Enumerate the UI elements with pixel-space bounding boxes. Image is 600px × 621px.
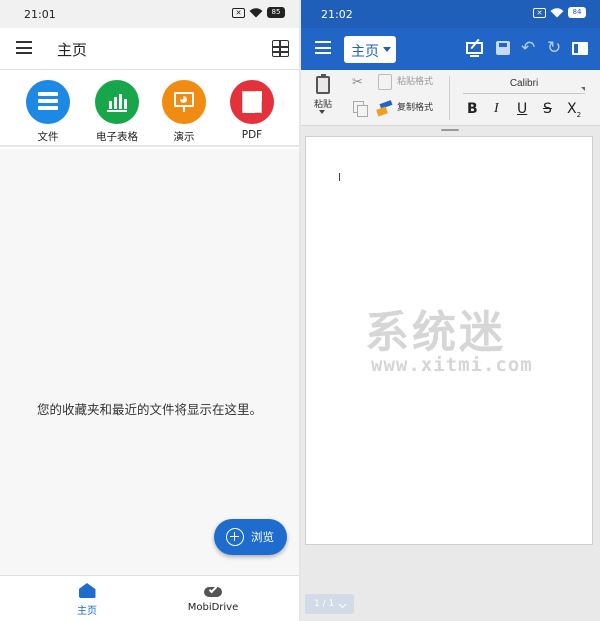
tile-label: 演示 xyxy=(173,131,195,143)
plus-circle-icon xyxy=(226,528,244,546)
tile-label: 文件 xyxy=(37,131,59,143)
menu-icon[interactable] xyxy=(16,41,32,54)
empty-state-message: 您的收藏夹和最近的文件将显示在这里。 xyxy=(36,402,262,417)
tile-documents[interactable]: 文件 xyxy=(18,80,78,144)
mute-icon: ✕ xyxy=(232,7,245,18)
status-bar-left: 21:01 ✕ 85 xyxy=(0,0,299,28)
home-icon xyxy=(78,583,96,598)
bold-button[interactable]: B xyxy=(467,101,478,117)
battery-icon: 84 xyxy=(568,7,586,18)
copy-format-label[interactable]: 复制格式 xyxy=(397,100,433,113)
subscript-letter: X xyxy=(567,101,577,117)
ribbon-tab-dropdown[interactable]: 主页 xyxy=(344,36,396,63)
tile-label: PDF xyxy=(241,129,263,141)
tile-spreadsheets[interactable]: 电子表格 xyxy=(87,80,147,144)
status-bar-right: 21:02 ✕ 84 xyxy=(301,0,600,28)
pdf-icon xyxy=(230,80,274,124)
formatting-ribbon: 粘贴 ✂ 粘贴格式 复制格式 Calibri B I U S X2 xyxy=(301,70,600,126)
right-phone-screen: 21:02 ✕ 84 主页 ↶ ↻ 粘贴 ✂ 粘贴格式 复制格式 Calibri… xyxy=(301,0,600,621)
strikethrough-button[interactable]: S xyxy=(543,101,552,117)
screenshot-root: 21:01 ✕ 85 主页 文件 电子表格 演示 PDF 您的收藏夹和最近的文件… xyxy=(0,0,600,621)
paste-icon[interactable] xyxy=(316,74,330,94)
file-type-tiles: 文件 电子表格 演示 PDF xyxy=(0,72,299,147)
left-phone-screen: 21:01 ✕ 85 主页 文件 电子表格 演示 PDF 您的收藏夹和最近的文件… xyxy=(0,0,299,621)
save-icon[interactable] xyxy=(495,40,513,58)
paste-button-label[interactable]: 粘贴 xyxy=(314,97,332,110)
redo-icon[interactable]: ↻ xyxy=(547,39,565,57)
underline-button[interactable]: U xyxy=(517,101,527,117)
nav-mobidrive[interactable]: MobiDrive xyxy=(138,576,288,621)
bottom-navigation: 主页 MobiDrive xyxy=(0,575,299,621)
italic-button[interactable]: I xyxy=(494,101,499,117)
format-painter-icon[interactable] xyxy=(376,100,393,117)
browse-button[interactable]: 浏览 xyxy=(214,519,287,555)
cut-icon[interactable]: ✂ xyxy=(352,75,363,90)
wifi-icon xyxy=(249,7,263,17)
status-icons: ✕ 84 xyxy=(533,7,586,18)
mute-icon: ✕ xyxy=(533,7,546,18)
paste-format-icon[interactable] xyxy=(378,74,392,90)
tile-label: 电子表格 xyxy=(96,131,138,143)
document-page[interactable] xyxy=(305,136,593,545)
nav-mobidrive-label: MobiDrive xyxy=(187,602,239,613)
status-time: 21:02 xyxy=(321,8,353,21)
undo-icon[interactable]: ↶ xyxy=(521,39,539,57)
app-bar: 主页 xyxy=(0,28,299,70)
page-indicator[interactable]: 1 / 1 xyxy=(305,594,354,614)
tile-presentations[interactable]: 演示 xyxy=(154,80,214,144)
menu-icon[interactable] xyxy=(315,41,331,54)
wifi-icon xyxy=(550,7,564,17)
read-mode-icon[interactable] xyxy=(572,40,590,58)
ribbon-divider xyxy=(449,76,450,120)
copy-icon[interactable] xyxy=(353,101,368,117)
ribbon-tab-label: 主页 xyxy=(351,44,379,60)
paste-dropdown-icon[interactable] xyxy=(319,110,325,114)
tile-pdf[interactable]: PDF xyxy=(222,80,282,141)
chevron-down-icon xyxy=(383,47,391,52)
paste-format-label[interactable]: 粘贴格式 xyxy=(397,74,433,87)
subscript-button[interactable]: X2 xyxy=(567,101,581,119)
edit-mode-icon[interactable] xyxy=(466,38,484,58)
status-icons: ✕ 85 xyxy=(232,7,285,18)
spreadsheet-icon xyxy=(95,80,139,124)
grid-view-icon[interactable] xyxy=(272,40,289,57)
presentation-icon xyxy=(162,80,206,124)
cloud-check-icon xyxy=(204,584,222,597)
page-title: 主页 xyxy=(57,41,88,59)
browse-button-label: 浏览 xyxy=(251,530,274,544)
status-time: 21:01 xyxy=(24,8,56,21)
text-cursor xyxy=(339,173,340,181)
recent-files-area: 您的收藏夹和最近的文件将显示在这里。 浏览 xyxy=(0,149,299,575)
editor-toolbar: 主页 ↶ ↻ xyxy=(301,28,600,70)
document-icon xyxy=(26,80,70,124)
battery-icon: 85 xyxy=(267,7,285,18)
ribbon-collapse-handle[interactable] xyxy=(441,129,459,131)
font-selector[interactable]: Calibri xyxy=(463,78,585,94)
